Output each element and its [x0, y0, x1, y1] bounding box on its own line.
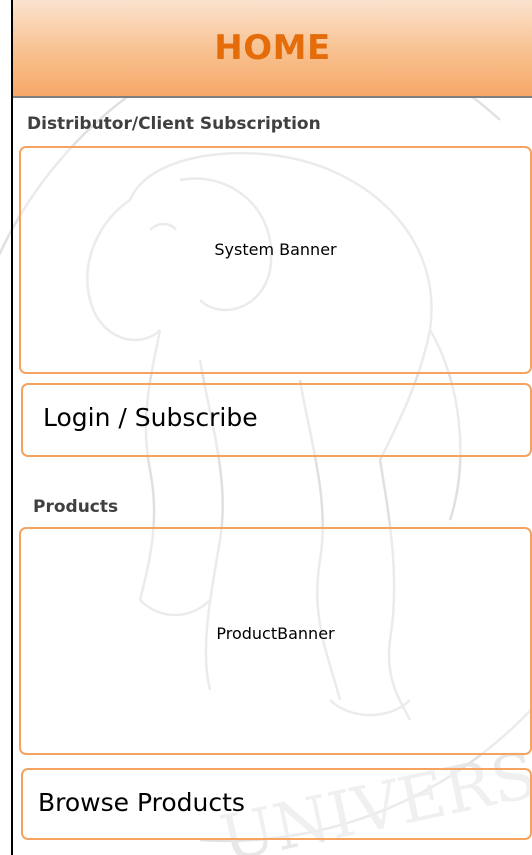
device-left-border [11, 0, 13, 855]
products-section-label: Products [33, 497, 119, 517]
mobile-wireframe-screen: UNIVERS HOME Distributor/Client Subscrip… [0, 0, 532, 855]
system-banner[interactable]: System Banner [19, 146, 532, 374]
subscription-section-label: Distributor/Client Subscription [27, 114, 321, 134]
page-title: HOME [214, 28, 331, 68]
system-banner-label: System Banner [214, 240, 337, 259]
browse-products-button[interactable]: Browse Products [21, 768, 532, 840]
login-subscribe-button[interactable]: Login / Subscribe [21, 383, 532, 457]
app-header: HOME [13, 0, 532, 98]
product-banner-label: ProductBanner [216, 624, 335, 643]
browse-products-label: Browse Products [38, 788, 245, 817]
product-banner[interactable]: ProductBanner [19, 527, 532, 755]
login-subscribe-label: Login / Subscribe [43, 403, 258, 432]
